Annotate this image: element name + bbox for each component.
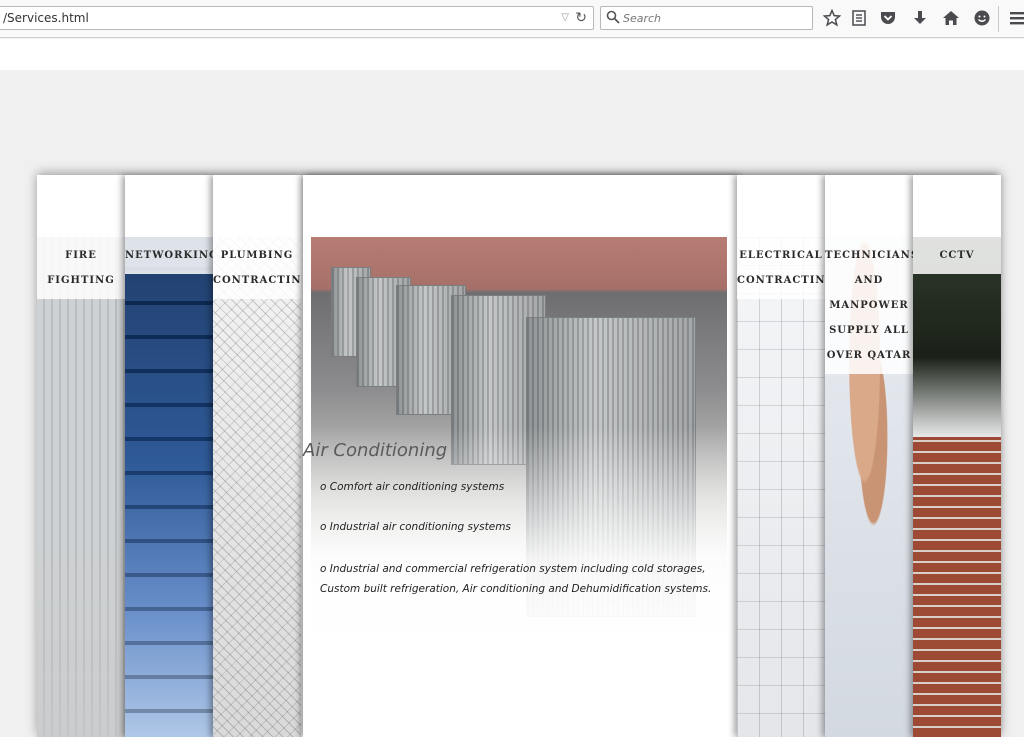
bookmark-star-icon[interactable]	[823, 9, 841, 27]
search-bar[interactable]: Search	[600, 6, 813, 30]
url-history-dropdown-icon[interactable]: ▽	[561, 12, 569, 23]
service-label-electrical-contracting[interactable]: ELECTRICAL CONTRACTING	[737, 237, 825, 299]
service-panel-technicians-manpower[interactable]: TECHNICIANS AND MANPOWER SUPPLY ALL OVER…	[825, 175, 913, 737]
electrical-plan-photo	[737, 237, 825, 737]
service-panel-cctv[interactable]: CCTV	[913, 175, 1001, 737]
service-item: o Comfort air conditioning systems	[320, 481, 505, 493]
browser-toolbar: /Services.html ▽ ↻ Search	[0, 0, 1024, 38]
service-label-line: AND	[854, 275, 884, 286]
service-title: Air Conditioning	[303, 440, 448, 461]
service-label-line: CCTV	[939, 250, 975, 261]
page-header-band	[0, 39, 1024, 70]
service-label-technicians-manpower[interactable]: TECHNICIANS AND MANPOWER SUPPLY ALL OVER…	[825, 237, 913, 374]
service-label-line: FIRE	[65, 250, 97, 261]
download-icon[interactable]	[911, 9, 929, 27]
photo-fade-overlay	[311, 427, 727, 667]
service-label-fire-fighting[interactable]: FIRE FIGHTING	[37, 237, 125, 299]
service-label-networking[interactable]: NETWORKING	[125, 237, 213, 274]
service-item: o Industrial and commercial refrigeratio…	[320, 563, 712, 595]
fire-fighting-photo	[37, 237, 125, 737]
service-label-line: MANPOWER	[829, 300, 909, 311]
service-label-line: NETWORKING	[125, 250, 213, 261]
service-label-line: FIGHTING	[47, 275, 115, 286]
service-label-line: ELECTRICAL	[739, 250, 823, 261]
service-label-line: SUPPLY ALL	[829, 325, 909, 336]
reload-icon[interactable]: ↻	[575, 10, 587, 26]
service-label-line: CONTRACTING	[737, 275, 825, 286]
service-label-line: CONTRACTING	[213, 275, 301, 286]
search-icon	[606, 10, 620, 24]
address-bar-url[interactable]: /Services.html	[3, 11, 89, 25]
service-panel-air-conditioning[interactable]: Air Conditioning o Comfort air condition…	[303, 175, 737, 737]
service-panel-networking[interactable]: NETWORKING	[125, 175, 213, 737]
service-panel-plumbing-contracting[interactable]: PLUMBING CONTRACTING	[213, 175, 301, 737]
address-bar[interactable]: /Services.html ▽ ↻	[0, 6, 594, 30]
toolbar-separator	[998, 6, 999, 32]
service-panel-fire-fighting[interactable]: FIRE FIGHTING	[37, 175, 125, 737]
service-label-line: TECHNICIANS	[825, 250, 913, 261]
service-label-line: PLUMBING	[220, 250, 294, 261]
home-icon[interactable]	[942, 9, 960, 27]
hamburger-menu-icon[interactable]	[1008, 9, 1024, 27]
service-label-cctv[interactable]: CCTV	[913, 237, 1001, 274]
bookmarks-list-icon[interactable]	[850, 9, 868, 27]
plumbing-blueprint-photo	[213, 237, 301, 737]
pocket-icon[interactable]	[879, 9, 897, 27]
service-label-line: OVER QATAR	[826, 350, 912, 361]
service-item: o Industrial air conditioning systems	[320, 521, 511, 533]
service-panel-electrical-contracting[interactable]: ELECTRICAL CONTRACTING	[737, 175, 825, 737]
hello-chat-icon[interactable]	[973, 9, 991, 27]
services-accordion: FIRE FIGHTING NETWORKING PLUMBING CONTRA…	[37, 175, 1001, 737]
service-label-plumbing-contracting[interactable]: PLUMBING CONTRACTING	[213, 237, 301, 299]
search-placeholder[interactable]: Search	[623, 12, 661, 25]
networking-photo	[125, 237, 213, 737]
